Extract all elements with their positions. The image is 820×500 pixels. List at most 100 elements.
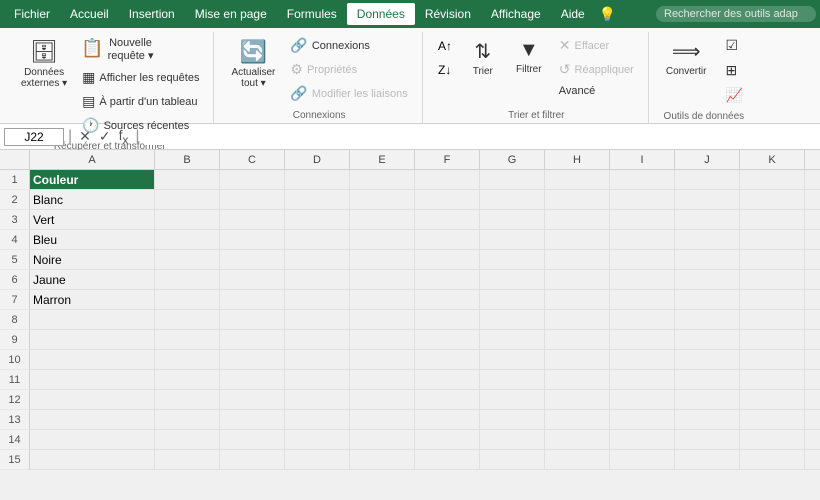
cell[interactable] <box>220 210 285 230</box>
cell[interactable] <box>155 410 220 430</box>
cell[interactable] <box>675 410 740 430</box>
cell[interactable] <box>155 390 220 410</box>
cell[interactable] <box>415 450 480 470</box>
cell[interactable] <box>610 410 675 430</box>
cell[interactable] <box>415 430 480 450</box>
new-query-button[interactable]: 📋 Nouvellerequête ▾ <box>76 34 205 65</box>
cell[interactable] <box>675 210 740 230</box>
properties-button[interactable]: ⚙ Propriétés <box>284 58 413 81</box>
cell[interactable] <box>415 190 480 210</box>
cell[interactable] <box>675 250 740 270</box>
cell[interactable] <box>740 430 805 450</box>
cell[interactable] <box>415 170 480 190</box>
cell[interactable] <box>285 190 350 210</box>
cell[interactable] <box>675 230 740 250</box>
cell[interactable] <box>285 230 350 250</box>
cell[interactable] <box>740 310 805 330</box>
cell[interactable] <box>675 310 740 330</box>
cell[interactable] <box>480 170 545 190</box>
cell[interactable] <box>285 370 350 390</box>
cell[interactable] <box>480 370 545 390</box>
cell[interactable] <box>30 390 155 410</box>
cell[interactable] <box>805 390 820 410</box>
cell[interactable] <box>220 270 285 290</box>
cell[interactable] <box>30 370 155 390</box>
search-input[interactable] <box>656 6 816 22</box>
menu-item-révision[interactable]: Révision <box>415 3 481 25</box>
cell[interactable] <box>220 410 285 430</box>
cell[interactable] <box>610 450 675 470</box>
cell[interactable] <box>350 190 415 210</box>
cell[interactable] <box>545 310 610 330</box>
cell[interactable] <box>350 170 415 190</box>
cell[interactable] <box>545 390 610 410</box>
cell[interactable] <box>350 430 415 450</box>
col-header-b[interactable]: B <box>155 150 220 170</box>
row-number[interactable]: 3 <box>0 210 30 230</box>
clear-button[interactable]: ✕ Effacer <box>553 34 640 57</box>
cell[interactable] <box>155 450 220 470</box>
cell[interactable] <box>220 230 285 250</box>
cell[interactable] <box>220 330 285 350</box>
cell[interactable] <box>350 270 415 290</box>
cell[interactable] <box>610 190 675 210</box>
cell[interactable] <box>285 330 350 350</box>
row-number[interactable]: 14 <box>0 430 30 450</box>
cell[interactable] <box>220 430 285 450</box>
edit-links-button[interactable]: 🔗 Modifier les liaisons <box>284 82 413 105</box>
row-number[interactable]: 12 <box>0 390 30 410</box>
cell[interactable] <box>285 390 350 410</box>
cell[interactable] <box>805 330 820 350</box>
cell[interactable] <box>415 290 480 310</box>
cell[interactable] <box>220 370 285 390</box>
menu-item-accueil[interactable]: Accueil <box>60 3 119 25</box>
cell[interactable] <box>545 350 610 370</box>
cell[interactable] <box>805 250 820 270</box>
confirm-formula-button[interactable]: ✓ <box>96 128 114 145</box>
insert-function-button[interactable]: fx <box>116 127 132 147</box>
cell[interactable] <box>805 230 820 250</box>
cell[interactable] <box>350 390 415 410</box>
cell[interactable]: Vert <box>30 210 155 230</box>
cell[interactable] <box>545 330 610 350</box>
cell[interactable] <box>805 350 820 370</box>
cell[interactable] <box>155 210 220 230</box>
cell[interactable] <box>545 190 610 210</box>
cell[interactable] <box>155 430 220 450</box>
cell[interactable] <box>350 310 415 330</box>
cell[interactable] <box>740 170 805 190</box>
cell[interactable] <box>155 230 220 250</box>
cell[interactable] <box>30 310 155 330</box>
cell[interactable] <box>740 450 805 470</box>
cell[interactable] <box>155 330 220 350</box>
cancel-formula-button[interactable]: ✕ <box>76 128 94 145</box>
cell[interactable] <box>675 430 740 450</box>
cell[interactable] <box>610 370 675 390</box>
row-number[interactable]: 2 <box>0 190 30 210</box>
cell[interactable] <box>740 390 805 410</box>
cell[interactable] <box>610 210 675 230</box>
cell[interactable] <box>220 310 285 330</box>
cell[interactable] <box>675 390 740 410</box>
cell[interactable] <box>480 250 545 270</box>
reapply-button[interactable]: ↺ Réappliquer <box>553 58 640 81</box>
cell[interactable] <box>480 210 545 230</box>
cell[interactable] <box>350 230 415 250</box>
select-all-button[interactable] <box>0 150 30 170</box>
cell[interactable] <box>30 410 155 430</box>
cell[interactable]: Jaune <box>30 270 155 290</box>
from-table-button[interactable]: ▤ À partir d'un tableau <box>76 90 205 113</box>
cell[interactable] <box>350 290 415 310</box>
menu-item-fichier[interactable]: Fichier <box>4 3 60 25</box>
row-number[interactable]: 10 <box>0 350 30 370</box>
cell[interactable] <box>285 450 350 470</box>
cell[interactable] <box>350 330 415 350</box>
cell[interactable] <box>350 450 415 470</box>
cell[interactable] <box>220 190 285 210</box>
cell[interactable] <box>350 350 415 370</box>
col-header-j[interactable]: J <box>675 150 740 170</box>
cell[interactable] <box>480 430 545 450</box>
cell[interactable] <box>30 350 155 370</box>
sort-asc-button[interactable]: A↑ <box>433 34 459 56</box>
cell[interactable] <box>480 410 545 430</box>
